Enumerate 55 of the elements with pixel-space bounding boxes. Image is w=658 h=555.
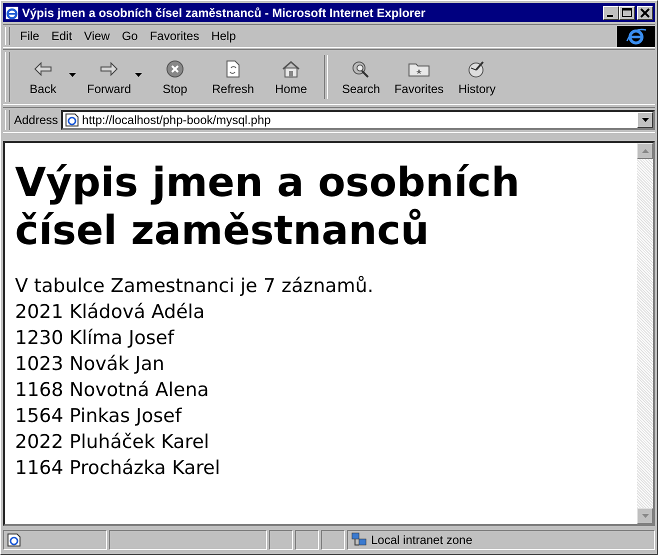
toolbar-button[interactable]: Stop — [146, 53, 204, 101]
scrollbar[interactable] — [637, 143, 653, 524]
menu-item[interactable]: Go — [116, 29, 144, 43]
toolbar-button[interactable]: Forward — [80, 53, 138, 101]
close-icon — [640, 8, 650, 18]
menu-item[interactable]: File — [14, 29, 46, 43]
minimize-button[interactable] — [603, 6, 619, 20]
dropdown-arrow-icon[interactable] — [69, 73, 76, 77]
summary-text: V tabulce Zamestnanci je 7 záznamů. — [15, 274, 374, 299]
stop-icon — [166, 60, 184, 78]
caret-icon — [642, 118, 648, 122]
employee-line: 2022 Pluháček Karel — [15, 430, 210, 455]
toolbar-button[interactable]: Favorites — [390, 53, 448, 101]
menu-item[interactable]: Favorites — [144, 29, 206, 43]
page-icon — [65, 113, 80, 127]
address-field[interactable]: http://localhost/php-book/mysql.php — [61, 110, 655, 130]
menu-item[interactable]: Edit — [45, 29, 78, 43]
down-arrow-icon — [642, 514, 648, 518]
status-panel — [321, 530, 345, 550]
toolbar-button[interactable]: Refresh — [204, 53, 262, 101]
status-panel — [295, 530, 319, 550]
window-title: Výpis jmen a osobních čísel zaměstnanců - Microsoft Internet Explorer — [22, 6, 426, 20]
toolbar-button[interactable]: History — [448, 53, 506, 101]
employee-line: 1230 Klíma Josef — [15, 326, 176, 351]
employee-line: 2021 Kládová Adéla — [15, 300, 206, 325]
address-label: Address — [14, 113, 58, 127]
refresh-icon — [225, 60, 241, 78]
menu-item[interactable]: Help — [205, 29, 242, 43]
maximize-button[interactable] — [619, 6, 635, 20]
search-icon — [351, 60, 371, 78]
folder-icon — [408, 60, 430, 76]
toolbar-button[interactable]: Search — [332, 53, 390, 101]
menu-item[interactable]: View — [78, 29, 116, 43]
employee-line: 1164 Procházka Karel — [15, 456, 222, 481]
browser-icon — [5, 6, 19, 20]
toolbar-button[interactable]: Home — [262, 53, 320, 101]
left-arrow-icon — [33, 60, 53, 76]
right-arrow-icon — [99, 60, 119, 76]
employee-line: 1023 Novák Jan — [15, 352, 166, 377]
employee-line: 1168 Novotná Alena — [15, 378, 210, 403]
page-heading: Výpis jmen a osobních čísel zaměstnanců — [15, 159, 521, 255]
dropdown-button[interactable] — [637, 112, 653, 128]
toolbar-button[interactable]: Back — [14, 53, 72, 101]
employee-line: 1564 Pinkas Josef — [15, 404, 183, 429]
network-icon — [351, 532, 367, 548]
up-arrow-icon — [642, 149, 648, 153]
status-panel — [269, 530, 293, 550]
page-icon — [7, 533, 21, 547]
home-icon — [281, 60, 301, 78]
maximize-icon — [622, 8, 632, 18]
browser-logo-icon — [625, 27, 647, 45]
close-button[interactable] — [637, 6, 653, 20]
zone-text: Local intranet zone — [371, 533, 472, 547]
minimize-icon — [606, 14, 612, 16]
dropdown-arrow-icon[interactable] — [135, 73, 142, 77]
